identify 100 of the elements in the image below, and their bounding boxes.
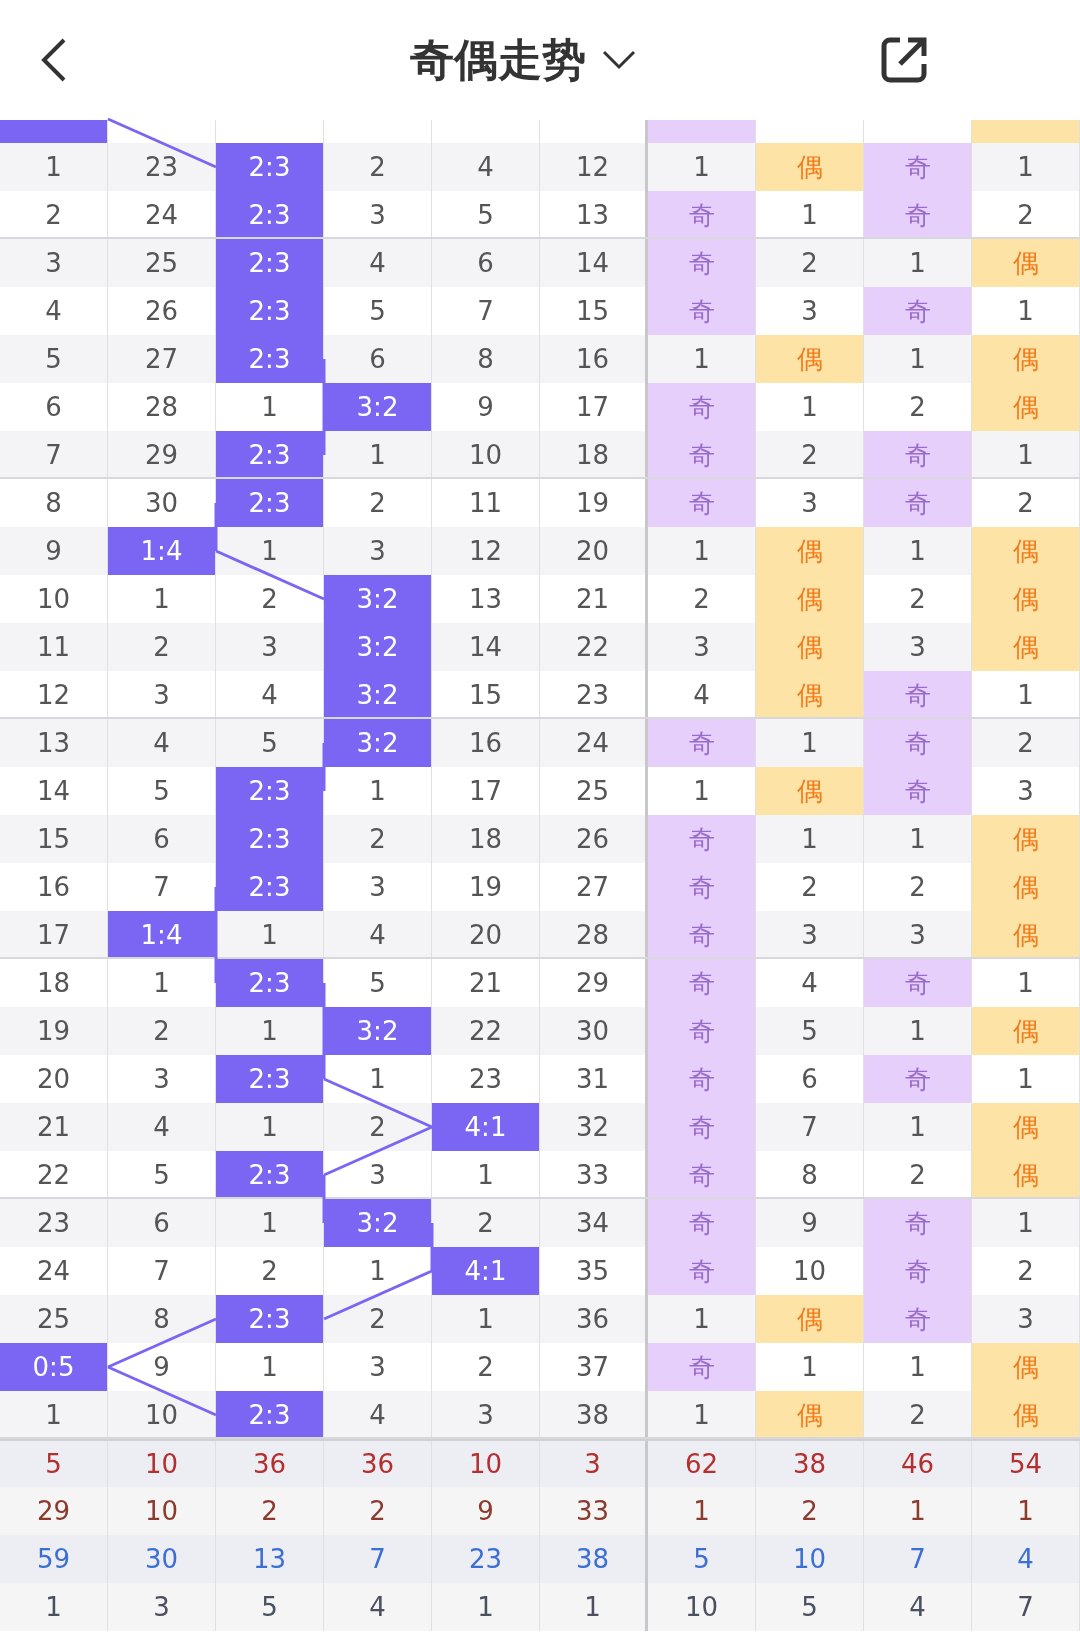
table-cell-text: 17 (35, 918, 72, 952)
table-cell-text: 1 (260, 1110, 279, 1144)
table-cell-text: 7 (44, 438, 63, 472)
table-cell-text: 1 (260, 534, 279, 568)
table-cell-text: 1 (152, 582, 171, 616)
table-cell-text: 1 (1016, 678, 1035, 712)
table-cell-text: 18 (574, 438, 611, 472)
table-cell: 偶 (756, 1391, 863, 1437)
table-cell-text: 3 (800, 486, 819, 520)
table-cell: 1:4 (108, 527, 215, 575)
back-icon[interactable] (40, 37, 68, 83)
table-cell: 偶 (972, 575, 1079, 623)
table-cell: 奇 (864, 719, 971, 767)
table-cell-text: 2 (152, 1014, 171, 1048)
table-cell: 奇 (648, 1007, 755, 1055)
table-cell-text: 1 (908, 1350, 927, 1384)
table-cell: 2:3 (216, 1151, 323, 1197)
table-cell-text: 23 (35, 1206, 72, 1240)
table-cell-text: 1 (1016, 150, 1035, 184)
table-cell-text: 3 (800, 294, 819, 328)
table-cell-text: 4 (260, 678, 279, 712)
table-cell-text: 24 (143, 198, 180, 232)
table-cell-text: 2 (908, 390, 927, 424)
table-cell-text: 2 (368, 486, 387, 520)
table-cell: 奇 (648, 287, 755, 335)
table-cell-text: 4 (476, 150, 495, 184)
table-cell-text: 2 (368, 822, 387, 856)
table-cell: 奇 (648, 239, 755, 287)
table-cell-text: 7 (152, 870, 171, 904)
table-cell: 偶 (756, 143, 863, 191)
table-cell: 奇 (648, 191, 755, 237)
table-cell-text: 15 (467, 678, 504, 712)
table-cell-text: 23 (467, 1062, 504, 1096)
table-cell-text: 5 (152, 774, 171, 808)
table-cell-text: 29 (143, 438, 180, 472)
table-cell-text: 14 (574, 246, 611, 280)
table-cell: 2:3 (216, 1295, 323, 1343)
table-cell: 奇 (648, 431, 755, 477)
table-cell-text: 1 (260, 1014, 279, 1048)
stat-cell: 3 (108, 1583, 216, 1631)
table-cell-text: 24 (574, 726, 611, 760)
table-cell-text: 21 (35, 1110, 72, 1144)
table-cell: 奇 (864, 479, 971, 527)
table-cell-text: 1 (260, 1206, 279, 1240)
table-cell: 偶 (972, 239, 1079, 287)
table-cell: 偶 (756, 575, 863, 623)
table-cell-text: 1 (1016, 1062, 1035, 1096)
table-cell: 偶 (972, 1151, 1079, 1197)
table-cell-text: 1 (476, 1302, 495, 1336)
table-cell-text: 6 (152, 822, 171, 856)
table-cell: 偶 (972, 815, 1079, 863)
table-cell-text: 32 (574, 1110, 611, 1144)
table-cell: 奇 (864, 191, 971, 237)
chevron-down-icon[interactable] (602, 50, 636, 70)
table-cell-text: 4 (692, 678, 711, 712)
table-cell-text: 18 (35, 966, 72, 1000)
table-cell-text: 6 (152, 1206, 171, 1240)
table-cell-text: 19 (35, 1014, 72, 1048)
table-cell-text: 2 (1016, 486, 1035, 520)
table-cell: 偶 (756, 671, 863, 717)
table-cell-text: 10 (35, 582, 72, 616)
table-cell-text: 1 (908, 246, 927, 280)
table-cell-text: 4 (368, 246, 387, 280)
table-cell-text: 1 (908, 342, 927, 376)
table-cell: 奇 (864, 1199, 971, 1247)
table-cell: 偶 (756, 335, 863, 383)
table-cell-text: 1 (692, 534, 711, 568)
table-cell-text: 1 (692, 1302, 711, 1336)
table-cell: 偶 (972, 527, 1079, 575)
table-cell-text: 9 (152, 1350, 171, 1384)
table-cell: 奇 (648, 1199, 755, 1247)
table-cell-text: 10 (143, 1398, 180, 1432)
table-cell: 3:2 (324, 383, 431, 431)
table-cell-text: 20 (467, 918, 504, 952)
table-cell-text: 6 (44, 390, 63, 424)
table-cell-text: 2 (1016, 198, 1035, 232)
table-cell-text: 1 (692, 774, 711, 808)
table-cell-text: 7 (476, 294, 495, 328)
stat-cell: 5 (216, 1583, 324, 1631)
stat-cell: 1 (432, 1583, 540, 1631)
table-cell-text: 2 (692, 582, 711, 616)
table-cell-text: 38 (574, 1398, 611, 1432)
table-cell-text: 36 (574, 1302, 611, 1336)
table-cell-text: 4 (368, 1398, 387, 1432)
table-cell-text: 1 (800, 726, 819, 760)
table-cell-text: 6 (800, 1062, 819, 1096)
table-cell-text: 3 (692, 630, 711, 664)
table-cell-text: 5 (800, 1014, 819, 1048)
table-cell: 奇 (864, 767, 971, 815)
table-cell: 偶 (972, 911, 1079, 957)
table-cell-text: 21 (574, 582, 611, 616)
stat-cell: 5 (756, 1583, 864, 1631)
table-cell: 偶 (972, 335, 1079, 383)
table-cell: 2:3 (216, 1391, 323, 1437)
stat-cell: 1 (0, 1583, 108, 1631)
table-cell-text: 13 (467, 582, 504, 616)
table-cell-text: 1 (1016, 966, 1035, 1000)
table-cell: 0:5 (0, 1343, 107, 1391)
table-cell: 4:1 (432, 1247, 539, 1295)
table-cell-text: 35 (574, 1254, 611, 1288)
